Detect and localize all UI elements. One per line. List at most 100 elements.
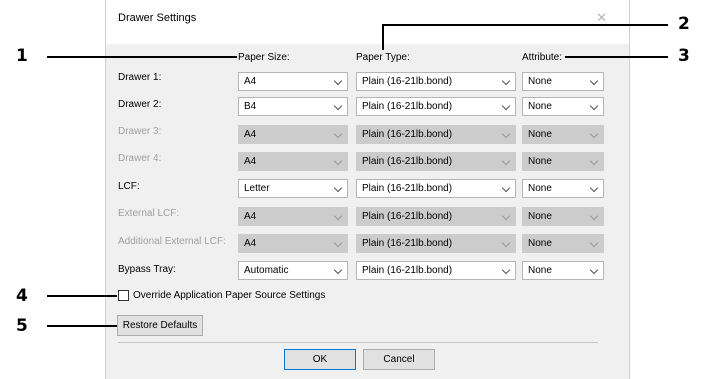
drawer-4-paper-type-select: Plain (16-21lb.bond)	[356, 152, 516, 171]
selected-value: A4	[244, 76, 257, 87]
chevron-down-icon	[501, 265, 511, 275]
row-label-external-lcf: External LCF:	[118, 208, 180, 219]
selected-value: Plain (16-21lb.bond)	[362, 101, 453, 112]
chevron-down-icon	[333, 156, 343, 166]
callout-line-2	[382, 24, 668, 26]
drawer-1-attribute-select[interactable]: None	[522, 72, 604, 91]
override-checkbox[interactable]	[118, 290, 129, 301]
bypass-tray-paper-size-select[interactable]: Automatic	[238, 261, 348, 280]
chevron-down-icon	[589, 129, 599, 139]
chevron-down-icon	[501, 129, 511, 139]
chevron-down-icon	[333, 211, 343, 221]
row-label-bypass-tray: Bypass Tray:	[118, 264, 176, 275]
selected-value: None	[528, 101, 552, 112]
selected-value: Plain (16-21lb.bond)	[362, 265, 453, 276]
chevron-down-icon	[501, 156, 511, 166]
row-label-drawer-4: Drawer 4:	[118, 153, 162, 164]
selected-value: A4	[244, 129, 257, 140]
chevron-down-icon	[589, 101, 599, 111]
chevron-down-icon	[333, 183, 343, 193]
selected-value: None	[528, 129, 552, 140]
selected-value: Plain (16-21lb.bond)	[362, 129, 453, 140]
callout-line-5	[47, 325, 117, 327]
dialog-title: Drawer Settings	[118, 12, 197, 24]
restore-defaults-button[interactable]: Restore Defaults	[117, 315, 203, 336]
lcf-paper-type-select[interactable]: Plain (16-21lb.bond)	[356, 179, 516, 198]
chevron-down-icon	[589, 238, 599, 248]
drawer-3-attribute-select: None	[522, 125, 604, 144]
selected-value: A4	[244, 156, 257, 167]
selected-value: Plain (16-21lb.bond)	[362, 156, 453, 167]
chevron-down-icon	[333, 129, 343, 139]
chevron-down-icon	[501, 183, 511, 193]
additional-external-lcf-paper-type-select: Plain (16-21lb.bond)	[356, 234, 516, 253]
cancel-button[interactable]: Cancel	[363, 349, 435, 370]
chevron-down-icon	[333, 101, 343, 111]
callout-4: 4	[16, 286, 28, 306]
selected-value: Plain (16-21lb.bond)	[362, 238, 453, 249]
selected-value: Plain (16-21lb.bond)	[362, 76, 453, 87]
header-paper-size: Paper Size:	[238, 52, 290, 63]
bypass-tray-paper-type-select[interactable]: Plain (16-21lb.bond)	[356, 261, 516, 280]
selected-value: None	[528, 238, 552, 249]
selected-value: Plain (16-21lb.bond)	[362, 211, 453, 222]
divider	[118, 342, 598, 343]
row-label-drawer-1: Drawer 1:	[118, 72, 162, 83]
chevron-down-icon	[501, 101, 511, 111]
callout-line-1	[47, 56, 237, 58]
chevron-down-icon	[589, 156, 599, 166]
chevron-down-icon	[589, 183, 599, 193]
callout-line-3	[565, 56, 668, 58]
selected-value: A4	[244, 211, 257, 222]
selected-value: Plain (16-21lb.bond)	[362, 183, 453, 194]
bypass-tray-attribute-select[interactable]: None	[522, 261, 604, 280]
chevron-down-icon	[333, 238, 343, 248]
row-label-drawer-2: Drawer 2:	[118, 99, 162, 110]
drawer-2-paper-type-select[interactable]: Plain (16-21lb.bond)	[356, 97, 516, 116]
selected-value: Letter	[244, 183, 270, 194]
selected-value: None	[528, 211, 552, 222]
override-checkbox-label[interactable]: Override Application Paper Source Settin…	[133, 290, 325, 301]
callout-line-4	[47, 295, 117, 297]
drawer-4-attribute-select: None	[522, 152, 604, 171]
callout-1: 1	[16, 46, 28, 66]
selected-value: Automatic	[244, 265, 289, 276]
external-lcf-paper-type-select: Plain (16-21lb.bond)	[356, 207, 516, 226]
row-label-lcf: LCF:	[118, 181, 140, 192]
drawer-4-paper-size-select: A4	[238, 152, 348, 171]
row-label-additional-external-lcf: Additional External LCF:	[118, 236, 226, 247]
callout-line-2-vertical	[382, 24, 384, 50]
drawer-1-paper-size-select[interactable]: A4	[238, 72, 348, 91]
selected-value: None	[528, 265, 552, 276]
callout-2: 2	[678, 14, 690, 34]
drawer-3-paper-size-select: A4	[238, 125, 348, 144]
drawer-2-paper-size-select[interactable]: B4	[238, 97, 348, 116]
lcf-attribute-select[interactable]: None	[522, 179, 604, 198]
chevron-down-icon	[589, 265, 599, 275]
callout-5: 5	[16, 316, 28, 336]
header-paper-type: Paper Type:	[356, 52, 410, 63]
external-lcf-attribute-select: None	[522, 207, 604, 226]
selected-value: None	[528, 156, 552, 167]
chevron-down-icon	[333, 76, 343, 86]
title-bar: Drawer Settings ✕	[106, 0, 629, 44]
chevron-down-icon	[501, 211, 511, 221]
chevron-down-icon	[501, 76, 511, 86]
lcf-paper-size-select[interactable]: Letter	[238, 179, 348, 198]
selected-value: None	[528, 183, 552, 194]
additional-external-lcf-paper-size-select: A4	[238, 234, 348, 253]
drawer-2-attribute-select[interactable]: None	[522, 97, 604, 116]
chevron-down-icon	[333, 265, 343, 275]
external-lcf-paper-size-select: A4	[238, 207, 348, 226]
chevron-down-icon	[501, 238, 511, 248]
drawer-3-paper-type-select: Plain (16-21lb.bond)	[356, 125, 516, 144]
ok-button[interactable]: OK	[284, 349, 356, 370]
drawer-1-paper-type-select[interactable]: Plain (16-21lb.bond)	[356, 72, 516, 91]
header-attribute: Attribute:	[522, 52, 563, 63]
row-label-drawer-3: Drawer 3:	[118, 126, 162, 137]
selected-value: None	[528, 76, 552, 87]
chevron-down-icon	[589, 211, 599, 221]
selected-value: A4	[244, 238, 257, 249]
callout-3: 3	[678, 46, 690, 66]
additional-external-lcf-attribute-select: None	[522, 234, 604, 253]
